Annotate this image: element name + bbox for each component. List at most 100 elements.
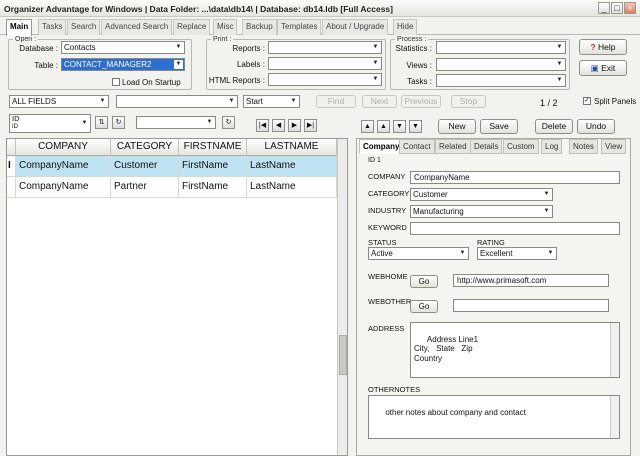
table-select[interactable]: CONTACT_MANAGER2 ▼ (61, 58, 185, 71)
company-field[interactable]: CompanyName (410, 171, 620, 184)
next-button[interactable]: Next (362, 95, 397, 108)
sort-field-select[interactable]: ID ID ▼ (9, 114, 91, 133)
column-header-category[interactable]: CATEGORY (111, 139, 179, 156)
next-record-button[interactable]: ▶ (288, 119, 301, 132)
keyword-label: KEYWORD (368, 223, 407, 232)
category-select[interactable]: Customer ▼ (410, 188, 553, 201)
industry-select[interactable]: Manufacturing ▼ (410, 205, 553, 218)
address-label: ADDRESS (368, 324, 405, 333)
views-select[interactable]: ▼ (436, 58, 566, 71)
current-row-indicator: I (7, 156, 16, 176)
column-header-lastname[interactable]: LASTNAME (247, 139, 337, 156)
tab-company[interactable]: Company (359, 139, 404, 154)
window-title: Organizer Advantage for Windows | Data F… (4, 4, 393, 14)
tab-backup[interactable]: Backup (242, 19, 277, 35)
tab-replace[interactable]: Replace (173, 19, 211, 35)
table-row[interactable]: CompanyName Partner FirstName LastName (7, 177, 337, 198)
refresh-sort-button[interactable]: ↻ (112, 116, 125, 129)
tab-view[interactable]: View (601, 139, 627, 154)
first-record-button[interactable]: |◀ (256, 119, 269, 132)
statistics-select[interactable]: ▼ (436, 41, 566, 54)
tab-tasks[interactable]: Tasks (38, 19, 67, 35)
search-input[interactable]: ▼ (116, 95, 238, 108)
address-scrollbar[interactable] (610, 323, 619, 377)
tab-details[interactable]: Details (470, 139, 503, 154)
help-button[interactable]: ? Help (579, 39, 627, 55)
webother-go-button[interactable]: Go (410, 300, 438, 313)
undo-button[interactable]: Undo (577, 119, 615, 134)
cell-firstname[interactable]: FirstName (179, 156, 247, 176)
tab-about-upgrade[interactable]: About / Upgrade (322, 19, 389, 35)
labels-select[interactable]: ▼ (268, 57, 382, 70)
column-header-company[interactable]: COMPANY (16, 139, 111, 156)
chevron-down-icon: ▼ (228, 98, 235, 104)
chevron-down-icon: ▼ (99, 98, 106, 104)
tab-custom[interactable]: Custom (503, 139, 539, 154)
tab-templates[interactable]: Templates (277, 19, 322, 35)
split-panels-checkbox[interactable]: ✓ (583, 97, 591, 105)
move-top-button[interactable]: ▲ (361, 120, 374, 133)
chevron-down-icon: ▼ (175, 44, 182, 50)
stop-button[interactable]: Stop (451, 95, 486, 108)
tab-search[interactable]: Search (67, 19, 101, 35)
exit-button[interactable]: ▣ Exit (579, 60, 627, 76)
new-button[interactable]: New (438, 119, 476, 134)
filter-select[interactable]: ▼ (136, 116, 216, 129)
status-select[interactable]: Active ▼ (368, 247, 469, 260)
webhome-go-button[interactable]: Go (410, 275, 438, 288)
grid-vertical-scrollbar[interactable] (337, 139, 347, 455)
search-field-select[interactable]: ALL FIELDS ▼ (9, 95, 109, 108)
table-row[interactable]: I CompanyName Customer FirstName LastNam… (7, 156, 337, 177)
rating-select[interactable]: Excellent ▼ (477, 247, 557, 260)
othernotes-textarea[interactable]: other notes about company and contact (368, 395, 620, 439)
webother-label: WEBOTHER (368, 297, 412, 306)
maximize-button[interactable]: □ (611, 2, 623, 14)
move-up-button[interactable]: ▲ (377, 120, 390, 133)
tab-notes[interactable]: Notes (569, 139, 598, 154)
tab-misc[interactable]: Misc (213, 19, 238, 35)
tab-contact[interactable]: Contact (399, 139, 435, 154)
previous-button[interactable]: Previous (401, 95, 441, 108)
last-record-button[interactable]: ▶| (304, 119, 317, 132)
tab-hide[interactable]: Hide (393, 19, 418, 35)
cell-category[interactable]: Partner (111, 177, 179, 197)
reports-select[interactable]: ▼ (268, 41, 382, 54)
cell-lastname[interactable]: LastName (247, 156, 337, 176)
save-button[interactable]: Save (480, 119, 518, 134)
search-position-select[interactable]: Start ▼ (243, 95, 300, 108)
chevron-down-icon: ▼ (372, 44, 379, 50)
labels-label: Labels : (236, 60, 265, 69)
tasks-select[interactable]: ▼ (436, 74, 566, 87)
tab-related[interactable]: Related (435, 139, 471, 154)
scrollbar-thumb[interactable] (339, 335, 347, 375)
delete-button[interactable]: Delete (535, 119, 573, 134)
othernotes-scrollbar[interactable] (610, 396, 619, 438)
title-bar: Organizer Advantage for Windows | Data F… (0, 0, 640, 17)
html-reports-select[interactable]: ▼ (268, 73, 382, 86)
cell-firstname[interactable]: FirstName (179, 177, 247, 197)
cell-company[interactable]: CompanyName (16, 177, 111, 197)
load-on-startup-checkbox[interactable] (112, 78, 120, 86)
address-textarea[interactable]: Address Line1 City, State Zip Country (410, 322, 620, 378)
prev-record-button[interactable]: ◀ (272, 119, 285, 132)
minimize-button[interactable]: _ (598, 2, 610, 14)
column-header-firstname[interactable]: FIRSTNAME (179, 139, 247, 156)
refresh-filter-button[interactable]: ↻ (222, 116, 235, 129)
cell-category[interactable]: Customer (111, 156, 179, 176)
move-bottom-button[interactable]: ▼ (409, 120, 422, 133)
tab-main[interactable]: Main (6, 19, 33, 36)
cell-company[interactable]: CompanyName (16, 156, 111, 176)
database-select[interactable]: Contacts ▼ (61, 41, 185, 54)
sort-direction-button[interactable]: ⇅ (95, 116, 108, 129)
tab-log[interactable]: Log (541, 139, 563, 154)
tab-advanced-search[interactable]: Advanced Search (101, 19, 173, 35)
keyword-field[interactable] (410, 222, 620, 235)
webother-field[interactable] (453, 299, 609, 312)
cell-lastname[interactable]: LastName (247, 177, 337, 197)
webhome-field[interactable]: http://www.primasoft.com (453, 274, 609, 287)
move-down-button[interactable]: ▼ (393, 120, 406, 133)
chevron-down-icon: ▼ (206, 119, 213, 125)
database-label: Database : (19, 44, 58, 53)
close-button[interactable]: × (624, 2, 636, 14)
find-button[interactable]: Find (316, 95, 356, 108)
